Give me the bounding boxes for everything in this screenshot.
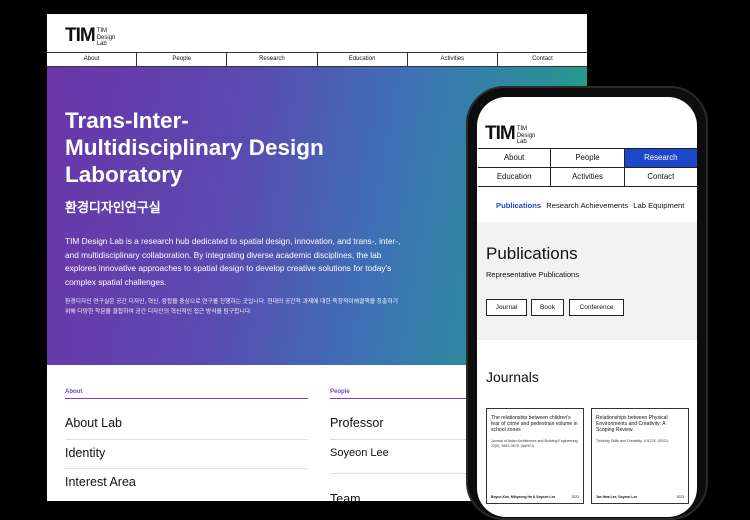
mobile-nav-contact[interactable]: Contact	[623, 168, 697, 186]
card-authors: Jae Hwa Lee, Soyeon Lee	[596, 495, 638, 499]
nav-education[interactable]: Education	[316, 53, 407, 66]
divider	[65, 468, 308, 469]
publications-title: Publications	[486, 244, 578, 263]
tab-research-achievements[interactable]: Research Achievements	[546, 201, 628, 210]
divider	[65, 439, 308, 440]
interest-area-link[interactable]: Interest Area	[65, 475, 136, 489]
mobile-nav-row: About People Research	[478, 149, 697, 168]
nav-activities[interactable]: Activities	[406, 53, 497, 66]
people-section-label: People	[330, 389, 350, 395]
logo-text: TIM Design Lab	[96, 28, 116, 47]
mobile-logo[interactable]: TIM TIM Design Lab	[485, 124, 535, 146]
about-section-label: About	[65, 389, 83, 395]
hero-description-korean: 환경디자인 연구실은 공간 디자인, 혁신, 융합을 중심으로 연구를 진행하는…	[65, 299, 398, 315]
conference-button[interactable]: Conference	[569, 299, 624, 316]
journals-title: Journals	[486, 369, 539, 385]
tab-lab-equipment[interactable]: Lab Equipment	[633, 201, 684, 210]
card-source: Journal of Asian Architecture and Buildi…	[491, 439, 579, 448]
logo[interactable]: TIM TIM Design Lab	[65, 26, 115, 48]
professor-link[interactable]: Professor	[330, 416, 384, 430]
publications-subtitle: Representative Publications	[486, 270, 579, 279]
mobile-nav-about[interactable]: About	[478, 149, 550, 167]
card-title: Relationships between Physical Environme…	[596, 415, 668, 434]
publication-card[interactable]: The relationship between children's fear…	[486, 408, 584, 504]
journal-button[interactable]: Journal	[486, 299, 527, 316]
identity-link[interactable]: Identity	[65, 446, 105, 460]
phone-frame: TIM TIM Design Lab About People Research E…	[466, 86, 708, 520]
about-divider	[65, 398, 308, 399]
mobile-nav-research[interactable]: Research	[623, 149, 697, 167]
desktop-nav: About People Research Education Activiti…	[47, 52, 587, 67]
card-authors: Boyun Kim, Mihyeong Ha & Soyeon Lee	[491, 495, 556, 499]
card-source: Thinking Skills and Creativity, 101276. …	[596, 439, 669, 443]
book-button[interactable]: Book	[531, 299, 564, 316]
hero-title: Trans-Inter-Multidisciplinary Design Lab…	[65, 108, 324, 187]
publication-card[interactable]: Relationships between Physical Environme…	[591, 408, 689, 504]
card-year: 2023	[571, 495, 579, 499]
hero-description: TIM Design Lab is a research hub dedicat…	[65, 236, 401, 287]
about-lab-link[interactable]: About Lab	[65, 416, 122, 430]
nav-contact[interactable]: Contact	[496, 53, 587, 66]
mobile-nav: About People Research Education Activiti…	[478, 148, 697, 187]
card-title: The relationship between children's fear…	[491, 415, 578, 434]
mobile-nav-education[interactable]: Education	[478, 168, 550, 186]
nav-about[interactable]: About	[47, 53, 136, 66]
nav-people[interactable]: People	[136, 53, 226, 66]
tab-publications[interactable]: Publications	[496, 201, 541, 210]
research-tabs: Publications Research Achievements Lab E…	[496, 201, 687, 210]
hero-title-korean: 환경디자인연구실	[65, 200, 161, 215]
mobile-nav-people[interactable]: People	[550, 149, 623, 167]
soyeon-lee-link[interactable]: Soyeon Lee	[330, 447, 389, 459]
logo-mark: TIM	[485, 123, 516, 144]
nav-research[interactable]: Research	[226, 53, 316, 66]
mobile-nav-activities[interactable]: Activities	[550, 168, 623, 186]
card-year: 2023	[676, 495, 684, 499]
publications-section: Publications Representative Publications…	[477, 222, 697, 340]
desktop-header: TIM TIM Design Lab	[47, 14, 587, 52]
logo-text: TIM Design Lab	[516, 126, 536, 145]
team-link[interactable]: Team	[330, 492, 361, 501]
logo-mark: TIM	[65, 25, 96, 46]
phone-screen: TIM TIM Design Lab About People Research E…	[477, 97, 697, 517]
mobile-nav-row: Education Activities Contact	[478, 168, 697, 187]
